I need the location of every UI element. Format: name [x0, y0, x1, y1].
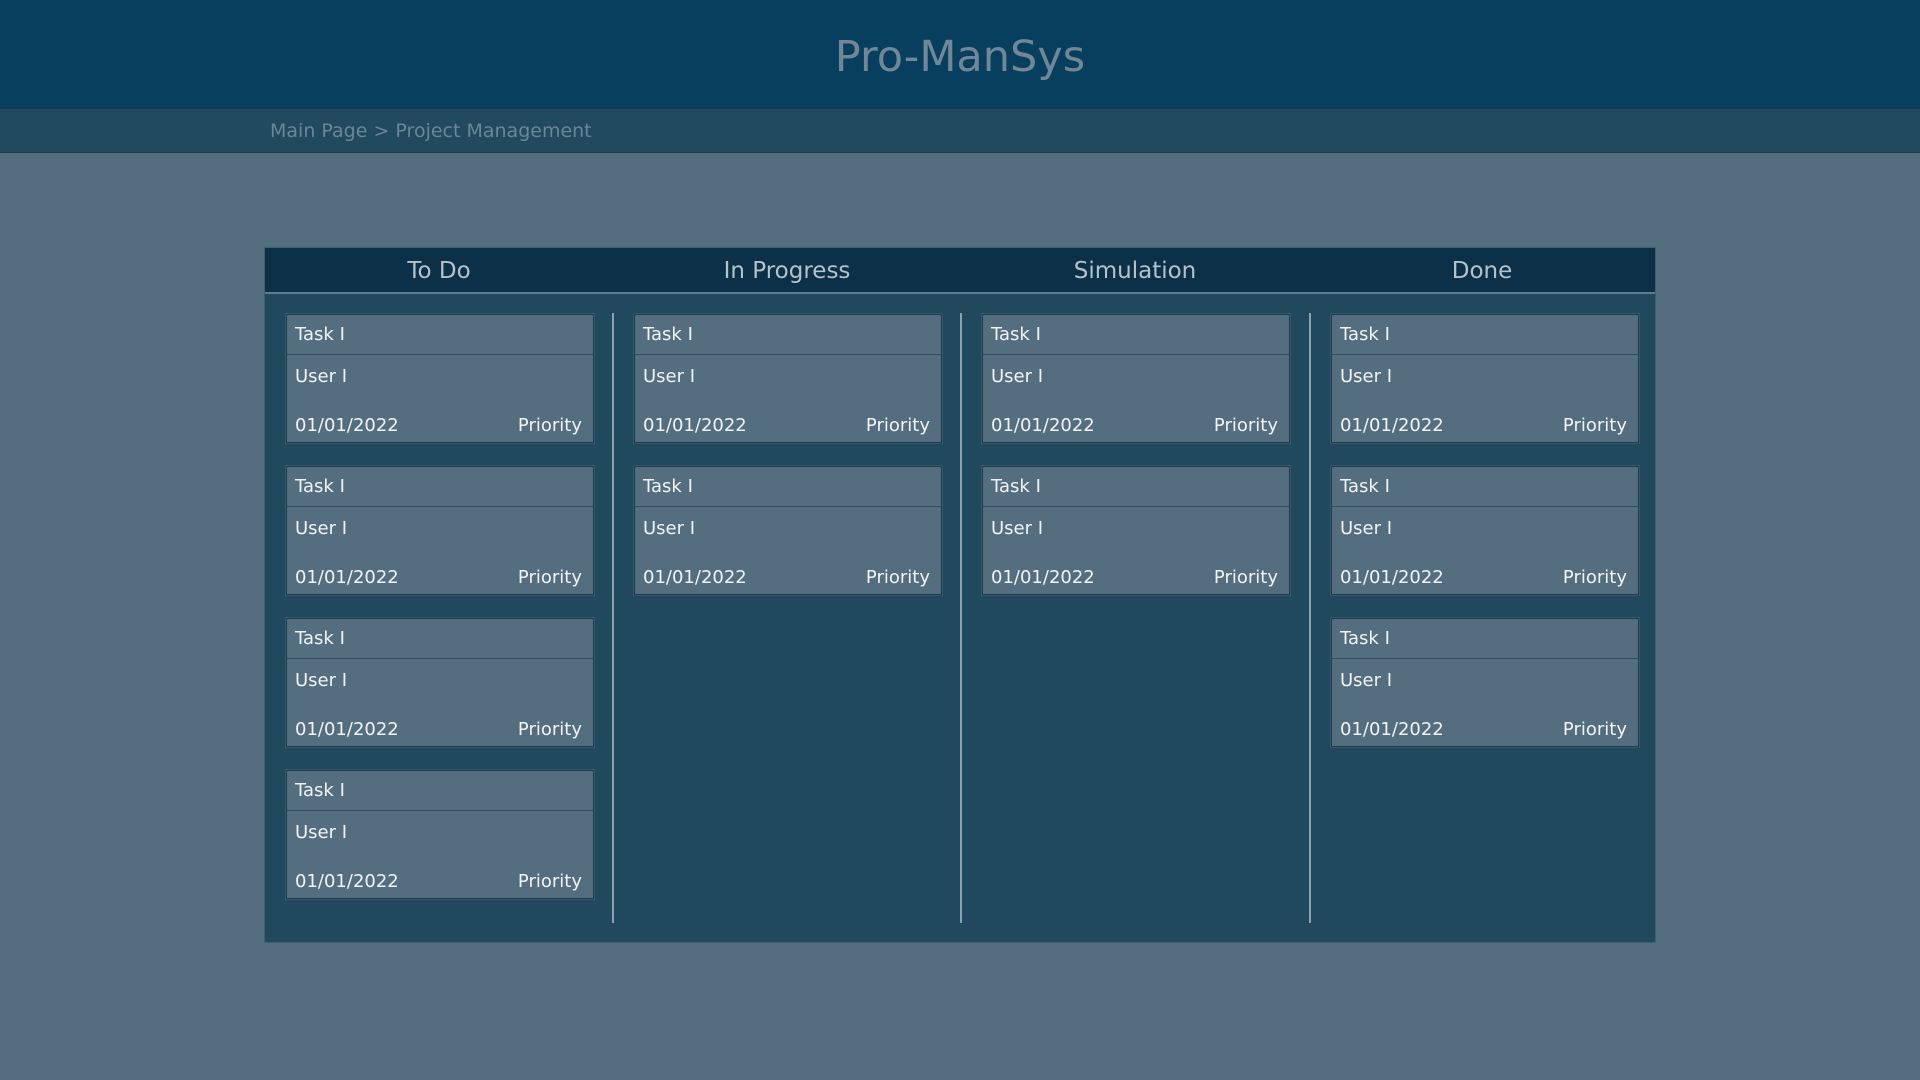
card-task-row: Task I [1331, 466, 1639, 507]
card-date: 01/01/2022 [643, 415, 747, 436]
breadcrumb-bar: Main Page > Project Management [0, 109, 1920, 153]
card-priority: Priority [517, 567, 582, 588]
card-assignee: User I [1340, 670, 1393, 691]
task-card[interactable]: Task I User I 01/01/2022 Priority [285, 769, 595, 900]
card-priority: Priority [1213, 415, 1278, 436]
card-task-title: Task I [991, 324, 1041, 345]
card-assignee: User I [295, 366, 348, 387]
task-card[interactable]: Task I User I 01/01/2022 Priority [981, 465, 1291, 596]
column-title-to-do: To Do [407, 258, 471, 284]
card-task-row: Task I [286, 618, 594, 659]
card-task-title: Task I [295, 780, 345, 801]
column-divider [612, 313, 614, 923]
card-date: 01/01/2022 [1340, 567, 1444, 588]
card-task-row: Task I [982, 314, 1290, 355]
column-divider [1309, 313, 1311, 923]
card-date: 01/01/2022 [295, 871, 399, 892]
card-priority: Priority [517, 415, 582, 436]
card-assignee: User I [991, 366, 1044, 387]
card-task-title: Task I [295, 628, 345, 649]
card-task-row: Task I [982, 466, 1290, 507]
card-task-row: Task I [1331, 618, 1639, 659]
card-assignee: User I [295, 670, 348, 691]
card-priority: Priority [517, 871, 582, 892]
card-priority: Priority [517, 719, 582, 740]
task-card[interactable]: Task I User I 01/01/2022 Priority [633, 313, 943, 444]
task-card[interactable]: Task I User I 01/01/2022 Priority [981, 313, 1291, 444]
card-task-title: Task I [295, 324, 345, 345]
card-assignee: User I [295, 822, 348, 843]
card-priority: Priority [865, 415, 930, 436]
column-title-simulation: Simulation [1073, 258, 1197, 284]
card-date: 01/01/2022 [295, 567, 399, 588]
breadcrumb: Main Page > Project Management [270, 109, 592, 152]
breadcrumb-current: Project Management [395, 120, 592, 142]
card-task-row: Task I [634, 314, 942, 355]
card-task-row: Task I [286, 466, 594, 507]
board-header: To Do In Progress Simulation Done [265, 248, 1655, 294]
breadcrumb-separator: > [373, 120, 390, 142]
card-assignee: User I [1340, 366, 1393, 387]
card-task-title: Task I [295, 476, 345, 497]
task-card[interactable]: Task I User I 01/01/2022 Priority [1330, 617, 1640, 748]
card-task-row: Task I [1331, 314, 1639, 355]
card-task-title: Task I [1340, 324, 1390, 345]
task-card[interactable]: Task I User I 01/01/2022 Priority [285, 617, 595, 748]
card-task-row: Task I [286, 314, 594, 355]
card-task-title: Task I [991, 476, 1041, 497]
card-priority: Priority [1562, 567, 1627, 588]
card-date: 01/01/2022 [991, 567, 1095, 588]
card-assignee: User I [643, 366, 696, 387]
card-date: 01/01/2022 [643, 567, 747, 588]
card-assignee: User I [295, 518, 348, 539]
card-priority: Priority [1562, 415, 1627, 436]
card-date: 01/01/2022 [295, 415, 399, 436]
card-task-title: Task I [643, 476, 693, 497]
card-date: 01/01/2022 [991, 415, 1095, 436]
card-priority: Priority [1562, 719, 1627, 740]
card-task-row: Task I [286, 770, 594, 811]
card-task-title: Task I [643, 324, 693, 345]
task-card[interactable]: Task I User I 01/01/2022 Priority [1330, 465, 1640, 596]
breadcrumb-home-link[interactable]: Main Page [270, 120, 367, 142]
card-date: 01/01/2022 [295, 719, 399, 740]
task-card[interactable]: Task I User I 01/01/2022 Priority [285, 313, 595, 444]
task-card[interactable]: Task I User I 01/01/2022 Priority [633, 465, 943, 596]
app-header: Pro-ManSys [0, 0, 1920, 109]
card-assignee: User I [643, 518, 696, 539]
column-divider [960, 313, 962, 923]
card-assignee: User I [1340, 518, 1393, 539]
card-date: 01/01/2022 [1340, 415, 1444, 436]
task-card[interactable]: Task I User I 01/01/2022 Priority [1330, 313, 1640, 444]
card-task-title: Task I [1340, 476, 1390, 497]
card-task-row: Task I [634, 466, 942, 507]
card-priority: Priority [865, 567, 930, 588]
card-assignee: User I [991, 518, 1044, 539]
card-priority: Priority [1213, 567, 1278, 588]
card-date: 01/01/2022 [1340, 719, 1444, 740]
app-title: Pro-ManSys [834, 32, 1086, 82]
card-task-title: Task I [1340, 628, 1390, 649]
column-title-in-progress: In Progress [723, 258, 851, 284]
column-title-done: Done [1451, 258, 1513, 284]
task-card[interactable]: Task I User I 01/01/2022 Priority [285, 465, 595, 596]
kanban-board: To Do In Progress Simulation Done Task I… [264, 247, 1656, 943]
